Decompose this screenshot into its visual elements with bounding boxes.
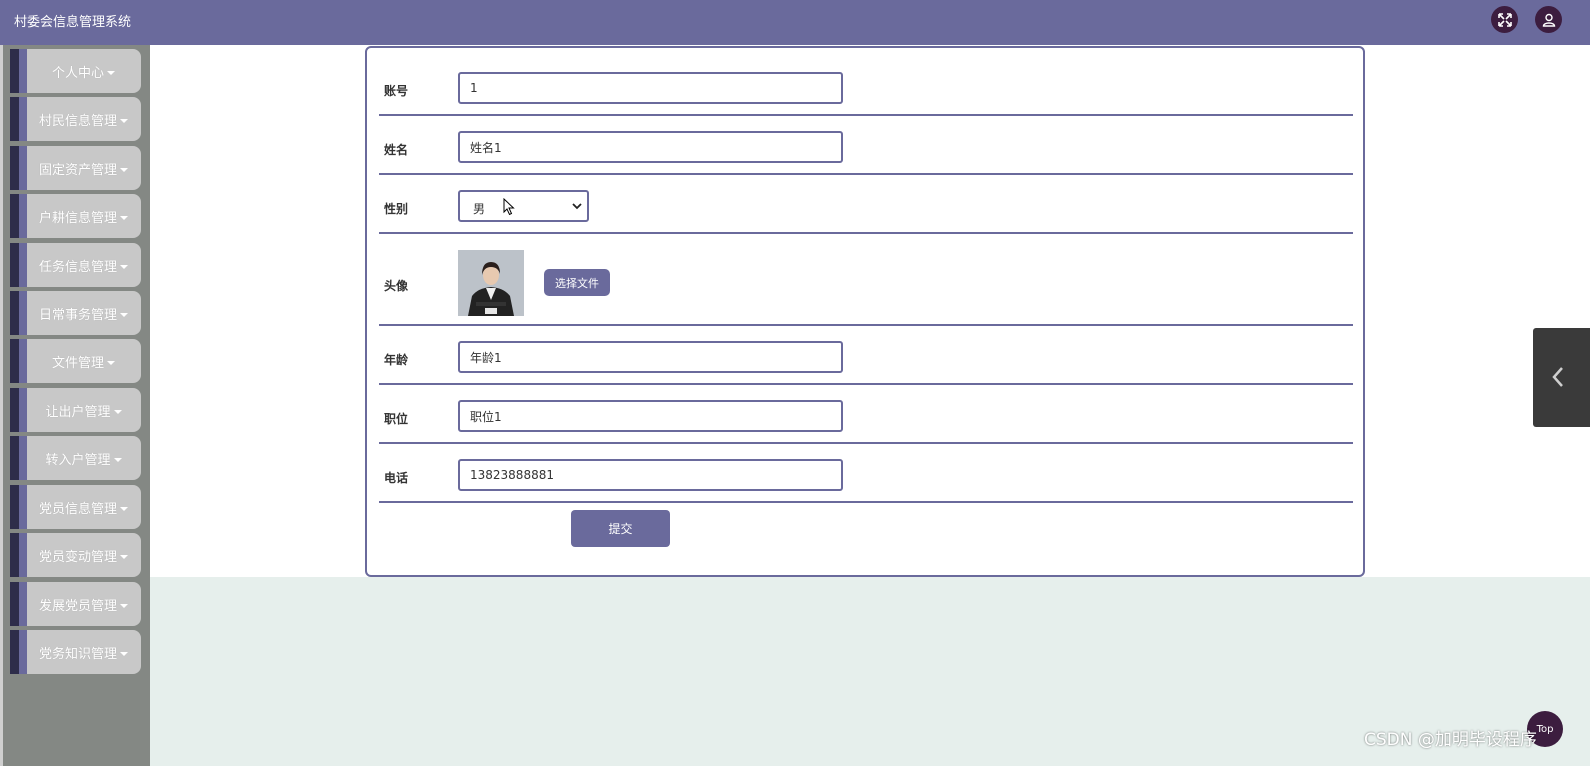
sidebar-item-label: 文件管理 xyxy=(51,355,104,371)
watermark: CSDN @加明毕设程序 xyxy=(1364,730,1537,750)
caret-down-icon xyxy=(120,265,128,269)
avatar-photo-icon xyxy=(458,250,524,316)
sidebar-item-task-info[interactable]: 任务信息管理 xyxy=(10,243,141,287)
sidebar-item-villager-info[interactable]: 村民信息管理 xyxy=(10,97,141,141)
sidebar-item-label: 转入户管理 xyxy=(45,452,111,468)
form-row-account: 账号 xyxy=(379,48,1353,116)
fullscreen-button[interactable] xyxy=(1491,6,1518,33)
age-input[interactable] xyxy=(458,341,843,373)
sidebar-item-party-member-info[interactable]: 党员信息管理 xyxy=(10,485,141,529)
sidebar-item-label: 党员信息管理 xyxy=(38,501,117,517)
caret-down-icon xyxy=(120,168,128,172)
caret-down-icon xyxy=(113,458,122,462)
sidebar-item-party-knowledge[interactable]: 党务知识管理 xyxy=(10,630,141,674)
sidebar-item-label: 任务信息管理 xyxy=(38,259,117,275)
avatar-image xyxy=(458,250,524,316)
sidebar-item-fixed-assets[interactable]: 固定资产管理 xyxy=(10,146,141,190)
top-header: 村委会信息管理系统 xyxy=(0,0,1590,45)
caret-down-icon xyxy=(107,361,115,365)
fullscreen-icon xyxy=(1497,12,1512,27)
gender-label: 性别 xyxy=(384,202,409,216)
sidebar-item-transfer-out[interactable]: 让出户管理 xyxy=(10,388,141,432)
account-input[interactable] xyxy=(458,72,843,104)
submit-button[interactable]: 提交 xyxy=(571,510,670,547)
position-label: 职位 xyxy=(384,412,409,426)
personal-info-form: 账号 姓名 性别 男 头像 选择文件 年龄 xyxy=(365,46,1365,577)
sidebar-item-label: 党员变动管理 xyxy=(38,549,117,565)
caret-down-icon xyxy=(113,410,122,414)
position-input[interactable] xyxy=(458,400,843,432)
form-row-position: 职位 xyxy=(379,385,1353,444)
sidebar-item-label: 日常事务管理 xyxy=(38,307,117,323)
sidebar-item-party-member-change[interactable]: 党员变动管理 xyxy=(10,533,141,577)
chevron-down-icon xyxy=(572,203,582,210)
sidebar-item-transfer-in[interactable]: 转入户管理 xyxy=(10,436,141,480)
user-icon xyxy=(1542,13,1555,27)
gender-select-value: 男 xyxy=(473,202,486,216)
caret-down-icon xyxy=(120,555,128,559)
chevron-left-icon xyxy=(1552,367,1563,387)
sidebar: 个人中心 村民信息管理 固定资产管理 户耕信息管理 任务信息管理 日常事务管理 … xyxy=(3,45,150,766)
form-row-age: 年龄 xyxy=(379,326,1353,385)
sidebar-item-label: 党务知识管理 xyxy=(38,646,117,662)
account-label: 账号 xyxy=(384,84,409,98)
age-label: 年龄 xyxy=(384,353,409,367)
sidebar-item-files[interactable]: 文件管理 xyxy=(10,339,141,383)
caret-down-icon xyxy=(120,507,128,511)
sidebar-item-label: 村民信息管理 xyxy=(38,113,117,129)
sidebar-item-label: 个人中心 xyxy=(51,65,104,81)
gender-select[interactable]: 男 xyxy=(458,190,589,222)
caret-down-icon xyxy=(120,313,128,317)
caret-down-icon xyxy=(120,604,128,608)
sidebar-item-label: 发展党员管理 xyxy=(38,598,117,614)
name-input[interactable] xyxy=(458,131,843,163)
form-row-name: 姓名 xyxy=(379,116,1353,175)
app-title: 村委会信息管理系统 xyxy=(14,15,132,30)
name-label: 姓名 xyxy=(384,143,409,157)
form-row-phone: 电话 xyxy=(379,444,1353,503)
phone-label: 电话 xyxy=(384,471,409,485)
phone-input[interactable] xyxy=(458,459,843,491)
user-button[interactable] xyxy=(1535,6,1562,33)
sidebar-item-label: 让出户管理 xyxy=(45,404,111,420)
caret-down-icon xyxy=(107,71,115,75)
sidebar-item-label: 固定资产管理 xyxy=(38,162,117,178)
sidebar-item-personal-center[interactable]: 个人中心 xyxy=(10,49,141,93)
form-row-avatar: 头像 选择文件 xyxy=(379,234,1353,326)
caret-down-icon xyxy=(120,119,128,123)
avatar-label: 头像 xyxy=(384,279,409,293)
side-panel-toggle[interactable] xyxy=(1533,328,1590,427)
sidebar-item-household-farming[interactable]: 户耕信息管理 xyxy=(10,194,141,238)
form-row-gender: 性别 男 xyxy=(379,175,1353,234)
mouse-cursor-icon xyxy=(503,198,515,216)
sidebar-item-daily-affairs[interactable]: 日常事务管理 xyxy=(10,291,141,335)
caret-down-icon xyxy=(120,216,128,220)
caret-down-icon xyxy=(120,652,128,656)
sidebar-item-label: 户耕信息管理 xyxy=(38,210,117,226)
sidebar-item-party-development[interactable]: 发展党员管理 xyxy=(10,582,141,626)
choose-file-button[interactable]: 选择文件 xyxy=(544,269,610,296)
